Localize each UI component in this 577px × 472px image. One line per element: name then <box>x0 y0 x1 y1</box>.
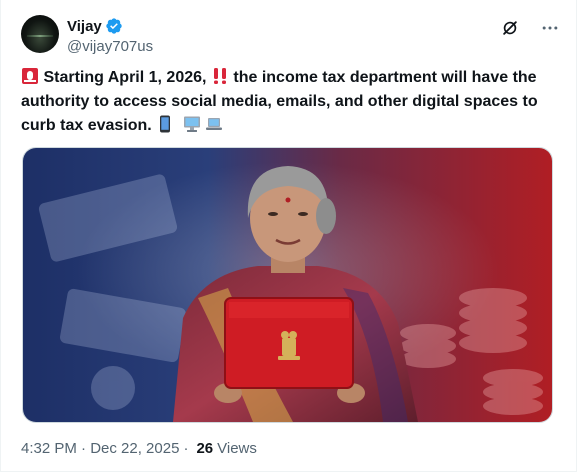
tweet-text: Starting April 1, 2026, the income tax d… <box>21 66 561 138</box>
mobile-phone-icon <box>160 115 171 133</box>
tweet-card: Vijay @vijay707us Starting April 1, 2026… <box>0 0 577 472</box>
more-icon[interactable] <box>540 18 560 38</box>
timestamp[interactable]: 4:32 PM · Dec 22, 2025 <box>21 440 179 457</box>
tweet-image-illustration <box>23 148 552 422</box>
display-name[interactable]: Vijay <box>67 18 102 35</box>
views-label: Views <box>217 439 257 457</box>
separator-dot: · <box>183 439 189 457</box>
double-exclamation-icon <box>213 68 226 84</box>
verified-badge-icon <box>106 18 122 34</box>
tweet-header: Vijay @vijay707us <box>21 12 560 56</box>
laptop-icon <box>206 118 223 130</box>
text-segment-1: Starting April 1, 2026, <box>43 69 207 86</box>
police-light-icon <box>22 68 38 84</box>
tweet-meta: 4:32 PM · Dec 22, 2025 · 26 Views <box>21 438 257 458</box>
avatar[interactable] <box>21 15 59 53</box>
desktop-computer-icon <box>183 116 200 132</box>
handle[interactable]: @vijay707us <box>67 38 153 58</box>
author-names: Vijay @vijay707us <box>67 16 153 58</box>
views-count: 26 <box>196 439 214 457</box>
grok-icon[interactable] <box>500 18 520 38</box>
tweet-image[interactable] <box>22 147 553 423</box>
